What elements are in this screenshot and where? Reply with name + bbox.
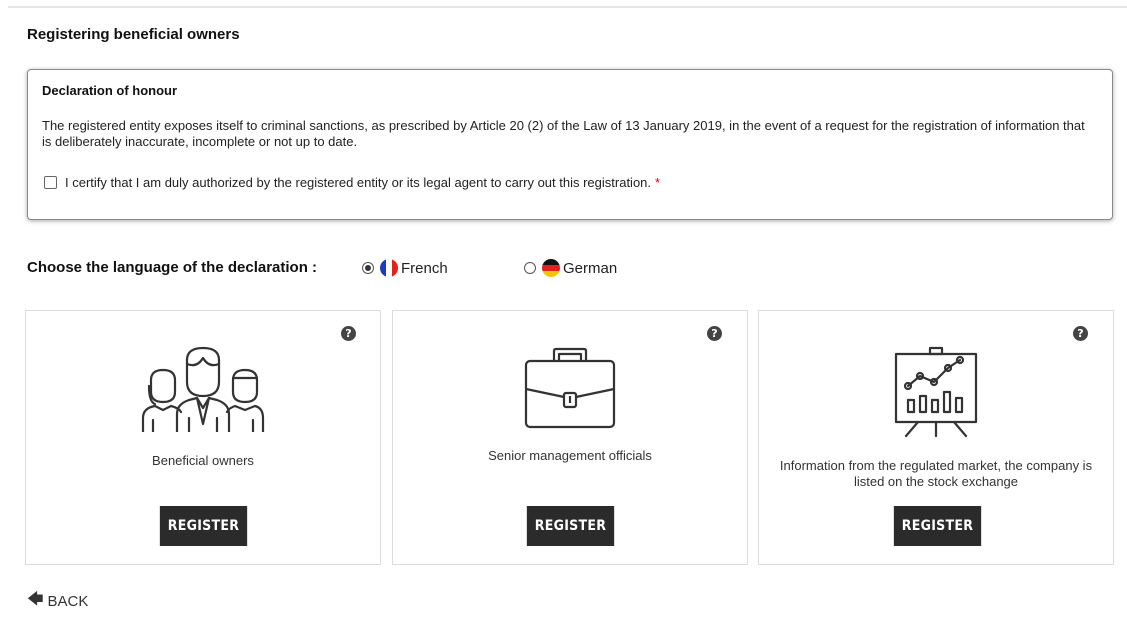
french-label[interactable]: French bbox=[401, 260, 448, 277]
card-senior-management: ? Senior management officials REGISTER bbox=[392, 310, 748, 565]
briefcase-icon bbox=[524, 347, 616, 429]
card-label: Information from the regulated market, t… bbox=[779, 458, 1093, 489]
card-label: Beneficial owners bbox=[152, 453, 254, 468]
arrow-left-icon: 🡄 bbox=[27, 591, 44, 608]
language-selector: Choose the language of the declaration :… bbox=[27, 256, 727, 280]
required-mark: * bbox=[655, 175, 661, 190]
certify-row[interactable]: I certify that I am duly authorized by t… bbox=[44, 175, 660, 190]
declaration-of-honour-panel: Declaration of honour The registered ent… bbox=[27, 69, 1113, 220]
card-label: Senior management officials bbox=[488, 448, 652, 463]
card-beneficial-owners: ? Beneficial owners REGISTER bbox=[25, 310, 381, 565]
language-label: Choose the language of the declaration : bbox=[27, 259, 318, 276]
register-regulated-market-button[interactable]: REGISTER bbox=[893, 506, 982, 546]
page-title: Registering beneficial owners bbox=[27, 26, 240, 43]
help-icon[interactable]: ? bbox=[341, 326, 356, 341]
top-divider bbox=[8, 6, 1127, 8]
language-option-german[interactable]: German bbox=[524, 259, 617, 277]
chart-presentation-icon bbox=[894, 346, 978, 438]
back-label[interactable]: BACK bbox=[48, 593, 89, 610]
certify-checkbox[interactable] bbox=[44, 176, 57, 189]
help-icon[interactable]: ? bbox=[1073, 326, 1088, 341]
german-radio[interactable] bbox=[524, 262, 536, 274]
declaration-text: The registered entity exposes itself to … bbox=[42, 118, 1085, 149]
french-radio[interactable] bbox=[362, 262, 374, 274]
language-option-french[interactable]: French bbox=[362, 259, 448, 277]
declaration-title: Declaration of honour bbox=[42, 83, 178, 98]
card-regulated-market: ? Information from the regulated market,… bbox=[758, 310, 1114, 565]
german-label[interactable]: German bbox=[563, 260, 617, 277]
register-beneficial-owners-button[interactable]: REGISTER bbox=[159, 506, 248, 546]
register-senior-management-button[interactable]: REGISTER bbox=[526, 506, 615, 546]
people-group-icon bbox=[141, 346, 265, 432]
france-flag-icon bbox=[380, 259, 398, 277]
back-link[interactable]: 🡄 BACK bbox=[27, 588, 88, 615]
germany-flag-icon bbox=[542, 259, 560, 277]
certify-label[interactable]: I certify that I am duly authorized by t… bbox=[65, 175, 651, 190]
help-icon[interactable]: ? bbox=[707, 326, 722, 341]
